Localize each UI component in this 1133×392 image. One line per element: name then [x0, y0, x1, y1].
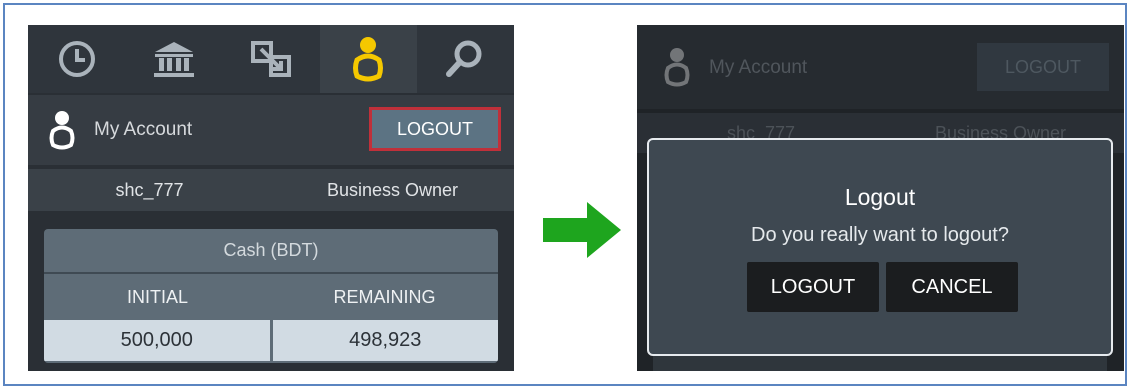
header-remaining: REMAINING: [333, 286, 436, 307]
dimmed-account-title: My Account: [709, 57, 808, 78]
logout-dialog: Logout Do you really want to logout? LOG…: [647, 138, 1113, 356]
nav-history[interactable]: [28, 25, 125, 93]
bottom-nav: [28, 25, 514, 93]
initial-value: 500,000: [44, 320, 270, 361]
search-icon: [446, 40, 482, 77]
transfer-icon: [251, 41, 291, 77]
logout-button[interactable]: LOGOUT: [369, 107, 501, 151]
username: shc_777: [115, 179, 184, 200]
account-title: My Account: [94, 119, 193, 140]
account-header: My Account LOGOUT: [28, 95, 514, 165]
bank-icon: [153, 42, 194, 77]
nav-search[interactable]: [417, 25, 514, 93]
cancel-button[interactable]: CANCEL: [886, 262, 1018, 312]
user-icon: [49, 111, 75, 150]
nav-transfer[interactable]: [222, 25, 319, 93]
logout-dialog-screen: My Account LOGOUT shc_777 Business Owner…: [637, 25, 1124, 371]
cash-title: Cash (BDT): [44, 229, 498, 274]
account-screen: My Account LOGOUT shc_777 Business Owner…: [28, 25, 514, 371]
cash-card: Cash (BDT) INITIAL REMAINING 500,000 498…: [44, 229, 498, 363]
remaining-value: 498,923: [272, 320, 498, 361]
user-icon: [353, 37, 384, 82]
cash-values: 500,000 498,923: [44, 320, 498, 361]
arrow-right-icon: [543, 202, 621, 258]
nav-account[interactable]: [319, 25, 417, 93]
header-initial: INITIAL: [126, 286, 188, 307]
user-icon: [664, 48, 690, 87]
dimmed-account-header: My Account LOGOUT: [637, 25, 1124, 109]
account-info: shc_777 Business Owner: [28, 169, 514, 211]
cash-headers: INITIAL REMAINING: [44, 274, 498, 320]
nav-bank[interactable]: [125, 25, 222, 93]
dialog-message: Do you really want to logout?: [751, 224, 1009, 246]
user-role: Business Owner: [326, 179, 459, 200]
dimmed-logout-button: LOGOUT: [977, 43, 1109, 91]
dialog-title: Logout: [844, 184, 916, 210]
confirm-logout-button[interactable]: LOGOUT: [747, 262, 879, 312]
history-icon: [58, 41, 95, 77]
